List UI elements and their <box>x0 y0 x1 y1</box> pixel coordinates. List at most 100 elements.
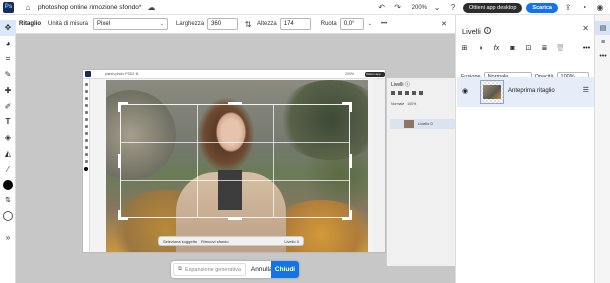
crop-handle-bottom-right-v[interactable] <box>349 210 352 220</box>
title-bar: Ps ⌂ photoshop online rimozione sfondo* … <box>0 0 610 15</box>
crop-grid-line <box>196 104 198 218</box>
crop-handle-left[interactable] <box>118 154 121 168</box>
unit-select[interactable]: Pixel ⌄ <box>93 18 169 30</box>
layer-thumbnail-image <box>483 85 501 99</box>
tool-name: Ritaglio <box>19 21 41 27</box>
crop-box[interactable] <box>118 102 352 220</box>
lasso-icon: ◕ <box>5 39 11 49</box>
generative-expand-icon: ⧉ <box>178 266 182 272</box>
bell-icon[interactable]: ◔ <box>578 2 590 14</box>
tool-options-bar: ⌗ Ritaglio Unità di misura Pixel ⌄ Largh… <box>0 15 455 34</box>
crop-handle-right[interactable] <box>349 154 352 168</box>
help-icon[interactable]: ? <box>447 2 459 14</box>
crop-tool[interactable]: ⌗ <box>0 51 16 67</box>
home-icon[interactable]: ⌂ <box>22 1 34 13</box>
panel-switcher-strip: ▤ ≡ ••• <box>594 15 610 283</box>
rotate-input[interactable]: 0,0° <box>339 18 364 30</box>
layer-row[interactable]: ◉ Anteprima ritaglio ☰ <box>457 77 594 107</box>
document-title[interactable]: photoshop online rimozione sfondo* <box>38 4 141 11</box>
crop-grid-line <box>273 104 275 218</box>
move-tool[interactable]: ✥ <box>0 20 16 36</box>
fill-icon: ◭ <box>4 148 12 158</box>
embedded-opacity: 100% <box>407 102 417 106</box>
embedded-contextual-toolbar: Seleziona soggetto Rimuovi sfondo Livell… <box>158 236 304 246</box>
layers-panel: Livelli i ✕ ⊞ ◑ fx ◙ ⊡ ≣ 🗑 ••• Fusione N… <box>455 15 594 283</box>
type-tool[interactable]: T <box>0 114 16 130</box>
cancel-button[interactable]: Annulla <box>251 266 273 273</box>
crop-handle-top-right-v[interactable] <box>349 102 352 112</box>
width-label: Larghezza <box>176 21 205 27</box>
mask-icon[interactable]: ◙ <box>508 44 517 53</box>
embedded-layer-chip: Livello 0 <box>284 238 299 244</box>
generative-expand-label: Espansione generativa <box>184 266 241 273</box>
close-panel-icon[interactable]: ✕ <box>582 24 589 33</box>
share-icon[interactable]: ⇪ <box>562 2 574 14</box>
redo-icon[interactable]: ↷ <box>392 2 404 14</box>
download-button[interactable]: Scarica <box>526 2 558 13</box>
width-input[interactable]: 360 <box>207 18 239 30</box>
height-input[interactable]: 174 <box>279 18 311 30</box>
avatar-icon[interactable]: ◉ <box>594 2 606 14</box>
info-icon[interactable]: i <box>484 27 491 34</box>
embedded-layer-name: Livello 0 <box>418 121 433 126</box>
effects-icon[interactable]: fx <box>492 44 501 53</box>
crop-action-bar: ⧉ Espansione generativa Annulla Chiudi <box>171 261 299 278</box>
embedded-app-logo <box>85 71 91 77</box>
canvas-area[interactable]: paesh photo PSD2 ⚙ 200% Ottieni app desk… <box>16 34 467 283</box>
layers-panel-title: Livelli <box>462 27 481 36</box>
more-panels-icon[interactable]: ••• <box>595 49 610 63</box>
close-button[interactable]: Chiudi <box>271 261 299 278</box>
crop-handle-bottom-left-v[interactable] <box>118 210 121 220</box>
spot-heal-tool[interactable]: ✚ <box>0 83 16 99</box>
eraser-tool[interactable]: ◈ <box>0 130 16 146</box>
pencil-icon: ✐ <box>4 101 12 111</box>
crop-handle-top[interactable] <box>228 102 242 105</box>
chevron-down-icon[interactable]: ⌄ <box>431 2 443 14</box>
brush-icon: ✎ <box>4 70 12 80</box>
more-options-icon[interactable]: ••• <box>582 44 591 53</box>
foreground-swatch <box>3 179 13 190</box>
title-bar-actions: ↶ ↷ 200% ⌄ ? Ottieni app desktop Scarica… <box>376 2 606 13</box>
fill-tool[interactable]: ◭ <box>0 146 16 162</box>
rotate-value: 0,0° <box>343 21 355 27</box>
layer-name: Anteprima ritaglio <box>508 88 555 94</box>
height-label: Altezza <box>257 21 277 27</box>
foreground-color[interactable] <box>0 177 16 193</box>
background-color[interactable] <box>0 208 16 224</box>
crop-handle-top-left-v[interactable] <box>118 102 121 112</box>
expand-tools[interactable]: » <box>0 230 16 246</box>
heal-icon: ✚ <box>4 86 12 96</box>
more-options-icon[interactable]: ••• <box>381 21 387 27</box>
brush-tool[interactable]: ✎ <box>0 67 16 83</box>
unit-label: Unità di misura <box>48 21 89 27</box>
open-desktop-app-button[interactable]: Ottieni app desktop <box>463 2 523 13</box>
lasso-tool[interactable]: ◕ <box>0 36 16 52</box>
clone-tool[interactable]: ✐ <box>0 98 16 114</box>
chevron-down-icon: ⌄ <box>159 21 165 27</box>
eyedropper-tool[interactable]: ⁄ <box>0 161 16 177</box>
cloud-sync-icon[interactable]: ☁ <box>145 1 157 13</box>
delete-layer-icon[interactable]: 🗑 <box>556 44 565 53</box>
embedded-tools <box>83 79 90 252</box>
layers-panel-icon[interactable]: ▤ <box>595 21 610 35</box>
app-logo[interactable]: Ps <box>3 1 14 13</box>
zoom-level[interactable]: 200% <box>412 5 427 11</box>
adjustment-layer-icon[interactable]: ◑ <box>476 44 485 53</box>
layer-thumbnail <box>480 80 504 104</box>
rotate-label: Ruota <box>320 21 337 27</box>
fill-layer-icon[interactable]: ⊡ <box>524 44 533 53</box>
swap-dimensions-icon[interactable]: ⇅ <box>242 18 254 30</box>
eraser-icon: ◈ <box>4 133 12 143</box>
layer-properties-icon[interactable]: ☰ <box>583 86 589 94</box>
embedded-remove-bg: Rimuovi sfondo <box>201 238 229 244</box>
undo-icon[interactable]: ↶ <box>376 2 388 14</box>
add-layer-icon[interactable]: ⊞ <box>460 44 469 53</box>
visibility-eye-icon[interactable]: ◉ <box>462 87 468 95</box>
swap-colors[interactable]: ⇅ <box>0 193 16 209</box>
stack-icon[interactable]: ≣ <box>540 44 549 53</box>
rotate-dropdown-icon[interactable]: ⌄ <box>368 21 372 27</box>
crop-handle-bottom[interactable] <box>228 217 242 220</box>
close-options-icon[interactable]: ✕ <box>441 20 447 28</box>
generative-expand-button[interactable]: ⧉ Espansione generativa <box>173 263 246 276</box>
adjustments-panel-icon[interactable]: ≡ <box>595 35 610 49</box>
